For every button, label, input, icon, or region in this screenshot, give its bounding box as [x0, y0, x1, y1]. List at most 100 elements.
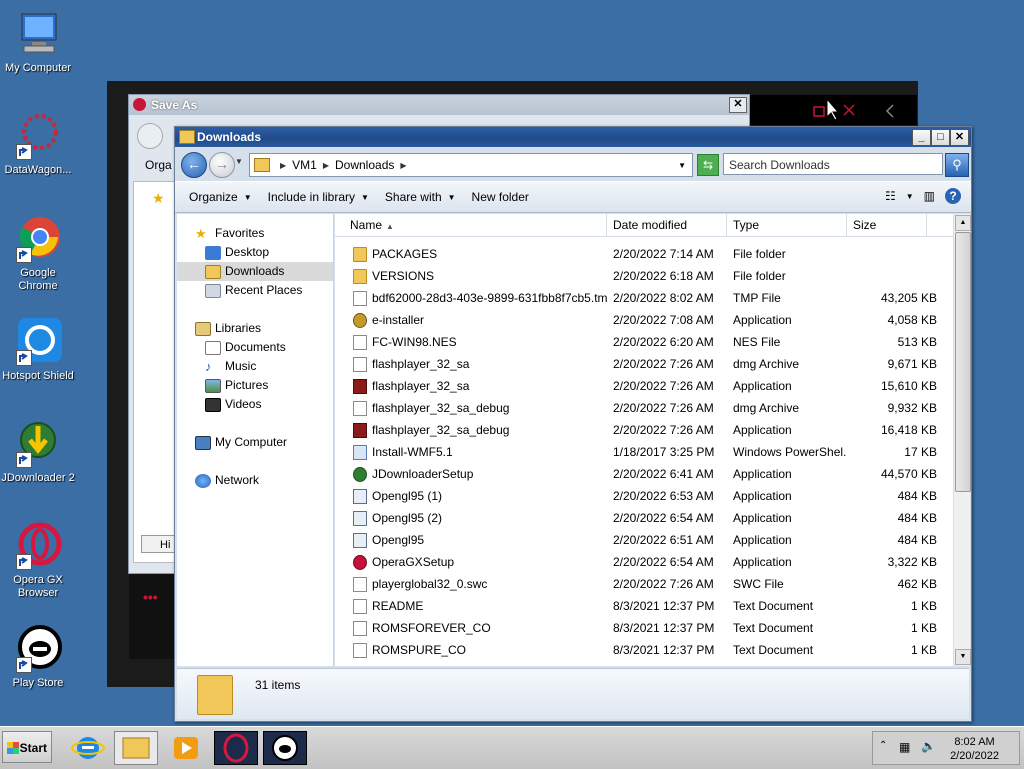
save-as-back-button[interactable]: [137, 123, 163, 149]
nav-pictures[interactable]: Pictures: [205, 376, 268, 395]
file-row[interactable]: playerglobal32_0.swc 2/20/2022 7:26 AM SWC…: [335, 573, 957, 595]
help-icon[interactable]: ?: [945, 188, 961, 204]
file-row[interactable]: VERSIONS 2/20/2022 6:18 AM File folder: [335, 265, 957, 287]
refresh-button[interactable]: ⇆: [697, 154, 719, 176]
nav-desktop[interactable]: Desktop: [205, 243, 269, 262]
organize-button[interactable]: Organize ▼: [181, 190, 260, 204]
taskbar-explorer[interactable]: [114, 731, 158, 765]
column-date-header[interactable]: Date modified: [607, 214, 727, 236]
view-dropdown-icon[interactable]: ▼: [906, 192, 914, 201]
network-status-icon[interactable]: ▦: [899, 740, 910, 754]
file-row[interactable]: bdf62000-28d3-403e-9899-631fbb8f7cb5.tmp…: [335, 287, 957, 309]
scroll-thumb[interactable]: [955, 232, 971, 492]
file-row[interactable]: flashplayer_32_sa_debug 2/20/2022 7:26 AM…: [335, 397, 957, 419]
organize-label: Organize: [189, 190, 238, 204]
file-row[interactable]: PACKAGES 2/20/2022 7:14 AM File folder: [335, 243, 957, 265]
address-dropdown-icon[interactable]: ▼: [678, 161, 686, 170]
desktop-icon: [205, 245, 221, 260]
file-row[interactable]: JDownloaderSetup 2/20/2022 6:41 AM Applica…: [335, 463, 957, 485]
breadcrumb-vm1[interactable]: VM1: [292, 158, 317, 172]
file-row[interactable]: ROMSPURE_CO 8/3/2021 12:37 PM Text Documen…: [335, 639, 957, 661]
more-icon: •••: [143, 589, 158, 605]
media-player-icon: [174, 737, 198, 759]
new-folder-button[interactable]: New folder: [464, 190, 537, 204]
scroll-up-icon[interactable]: ▲: [955, 215, 971, 231]
scroll-down-icon[interactable]: ▼: [955, 649, 971, 665]
forward-button[interactable]: →: [209, 152, 235, 178]
nav-favorites[interactable]: ★ Favorites: [195, 224, 264, 243]
breadcrumb-separator-icon[interactable]: ▶: [280, 161, 286, 170]
nav-libraries[interactable]: Libraries: [195, 319, 261, 338]
explorer-title: Downloads: [197, 130, 262, 144]
file-size: 17 KB: [904, 445, 937, 459]
nav-downloads[interactable]: Downloads: [177, 262, 333, 281]
file-row[interactable]: e-installer 2/20/2022 7:08 AM Application 4…: [335, 309, 957, 331]
minimize-button[interactable]: _: [912, 129, 931, 146]
column-type-header[interactable]: Type: [727, 214, 847, 236]
view-options-icon[interactable]: ☷: [885, 189, 896, 203]
column-size-header[interactable]: Size: [847, 214, 927, 236]
nav-music[interactable]: ♪ Music: [205, 357, 256, 376]
taskbar-internet-explorer[interactable]: [66, 731, 110, 765]
nav-recent-places[interactable]: Recent Places: [205, 281, 302, 300]
desktop-icon-google-chrome[interactable]: Google Chrome: [0, 215, 76, 293]
search-icon[interactable]: ⚲: [945, 153, 969, 177]
file-row[interactable]: flashplayer_32_sa_debug 2/20/2022 7:26 AM…: [335, 419, 957, 441]
clock[interactable]: 8:02 AM 2/20/2022: [950, 735, 999, 763]
explorer-window[interactable]: Downloads _ □ ✕ ← → ▼ ▶ VM1 ▶ Downloads …: [174, 126, 972, 722]
preview-pane-icon[interactable]: ▥: [924, 189, 935, 203]
show-hidden-icons-icon[interactable]: ⌃: [879, 740, 887, 751]
desktop-icon-my-computer[interactable]: My Computer: [0, 10, 76, 75]
search-input[interactable]: Search Downloads: [723, 153, 943, 175]
start-button[interactable]: Start: [2, 731, 52, 763]
desktop-icon-play-store[interactable]: Play Store: [0, 625, 76, 690]
taskbar-media-player[interactable]: [164, 731, 208, 765]
jdownloader-icon: [14, 420, 62, 468]
file-row[interactable]: Opengl95 (1) 2/20/2022 6:53 AM Application…: [335, 485, 957, 507]
downloads-icon: [205, 264, 221, 279]
file-row[interactable]: ROMSFOREVER_CO 8/3/2021 12:37 PM Text Docu…: [335, 617, 957, 639]
vertical-scrollbar[interactable]: ▲ ▼: [953, 214, 971, 666]
file-row[interactable]: flashplayer_32_sa 2/20/2022 7:26 AM dmg Ar…: [335, 353, 957, 375]
desktop-icon-datawagon[interactable]: DataWagon...: [0, 112, 76, 177]
file-list-pane: Name ▲ Date modified Type Size PACKAGES 2/…: [335, 214, 957, 666]
file-type: File folder: [733, 247, 786, 261]
item-count: 31 items: [255, 678, 301, 692]
nav-label: My Computer: [215, 435, 288, 449]
file-row[interactable]: Install-WMF5.1 1/18/2017 3:25 PM Windows P…: [335, 441, 957, 463]
file-row[interactable]: Opengl95 2/20/2022 6:51 AM Application 484 …: [335, 529, 957, 551]
file-type: Text Document: [733, 643, 814, 657]
include-in-library-button[interactable]: Include in library ▼: [260, 190, 377, 204]
computer-icon: [195, 435, 211, 450]
desktop-icon-hotspot-shield[interactable]: Hotspot Shield: [0, 318, 76, 383]
file-row[interactable]: flashplayer_32_sa 2/20/2022 7:26 AM Applic…: [335, 375, 957, 397]
taskbar-play-store[interactable]: [263, 731, 307, 765]
desktop-icon-jdownloader[interactable]: JDownloader 2: [0, 420, 76, 485]
maximize-button[interactable]: □: [931, 129, 950, 146]
breadcrumb-separator-icon[interactable]: ▶: [323, 161, 329, 170]
nav-my-computer[interactable]: My Computer: [195, 433, 287, 452]
nav-videos[interactable]: Videos: [205, 395, 261, 414]
breadcrumb[interactable]: ▶ VM1 ▶ Downloads ▶ ▼: [249, 153, 693, 177]
breadcrumb-separator-icon[interactable]: ▶: [400, 161, 406, 170]
shortcut-arrow-icon: [16, 554, 32, 570]
file-row[interactable]: OperaGXSetup 2/20/2022 6:54 AM Application…: [335, 551, 957, 573]
column-name-header[interactable]: Name ▲: [335, 214, 607, 236]
file-name-cell: README: [335, 598, 607, 614]
file-row[interactable]: FC-WIN98.NES 2/20/2022 6:20 AM NES File 513…: [335, 331, 957, 353]
desktop-icon-opera-gx[interactable]: Opera GX Browser: [0, 522, 76, 600]
close-button[interactable]: ✕: [950, 129, 969, 146]
taskbar-opera-gx[interactable]: [214, 731, 258, 765]
back-button[interactable]: ←: [181, 152, 207, 178]
file-row[interactable]: Opengl95 (2) 2/20/2022 6:54 AM Application…: [335, 507, 957, 529]
breadcrumb-downloads[interactable]: Downloads: [335, 158, 394, 172]
save-as-close-button[interactable]: ✕: [729, 97, 747, 113]
nav-network[interactable]: Network: [195, 471, 259, 490]
file-size: 484 KB: [897, 533, 937, 547]
file-row[interactable]: README 8/3/2021 12:37 PM Text Document 1 KB: [335, 595, 957, 617]
history-dropdown-icon[interactable]: ▼: [235, 157, 243, 166]
column-name-label: Name: [350, 218, 383, 232]
share-with-button[interactable]: Share with ▼: [377, 190, 464, 204]
volume-icon[interactable]: 🔈: [921, 739, 936, 753]
nav-documents[interactable]: Documents: [205, 338, 286, 357]
